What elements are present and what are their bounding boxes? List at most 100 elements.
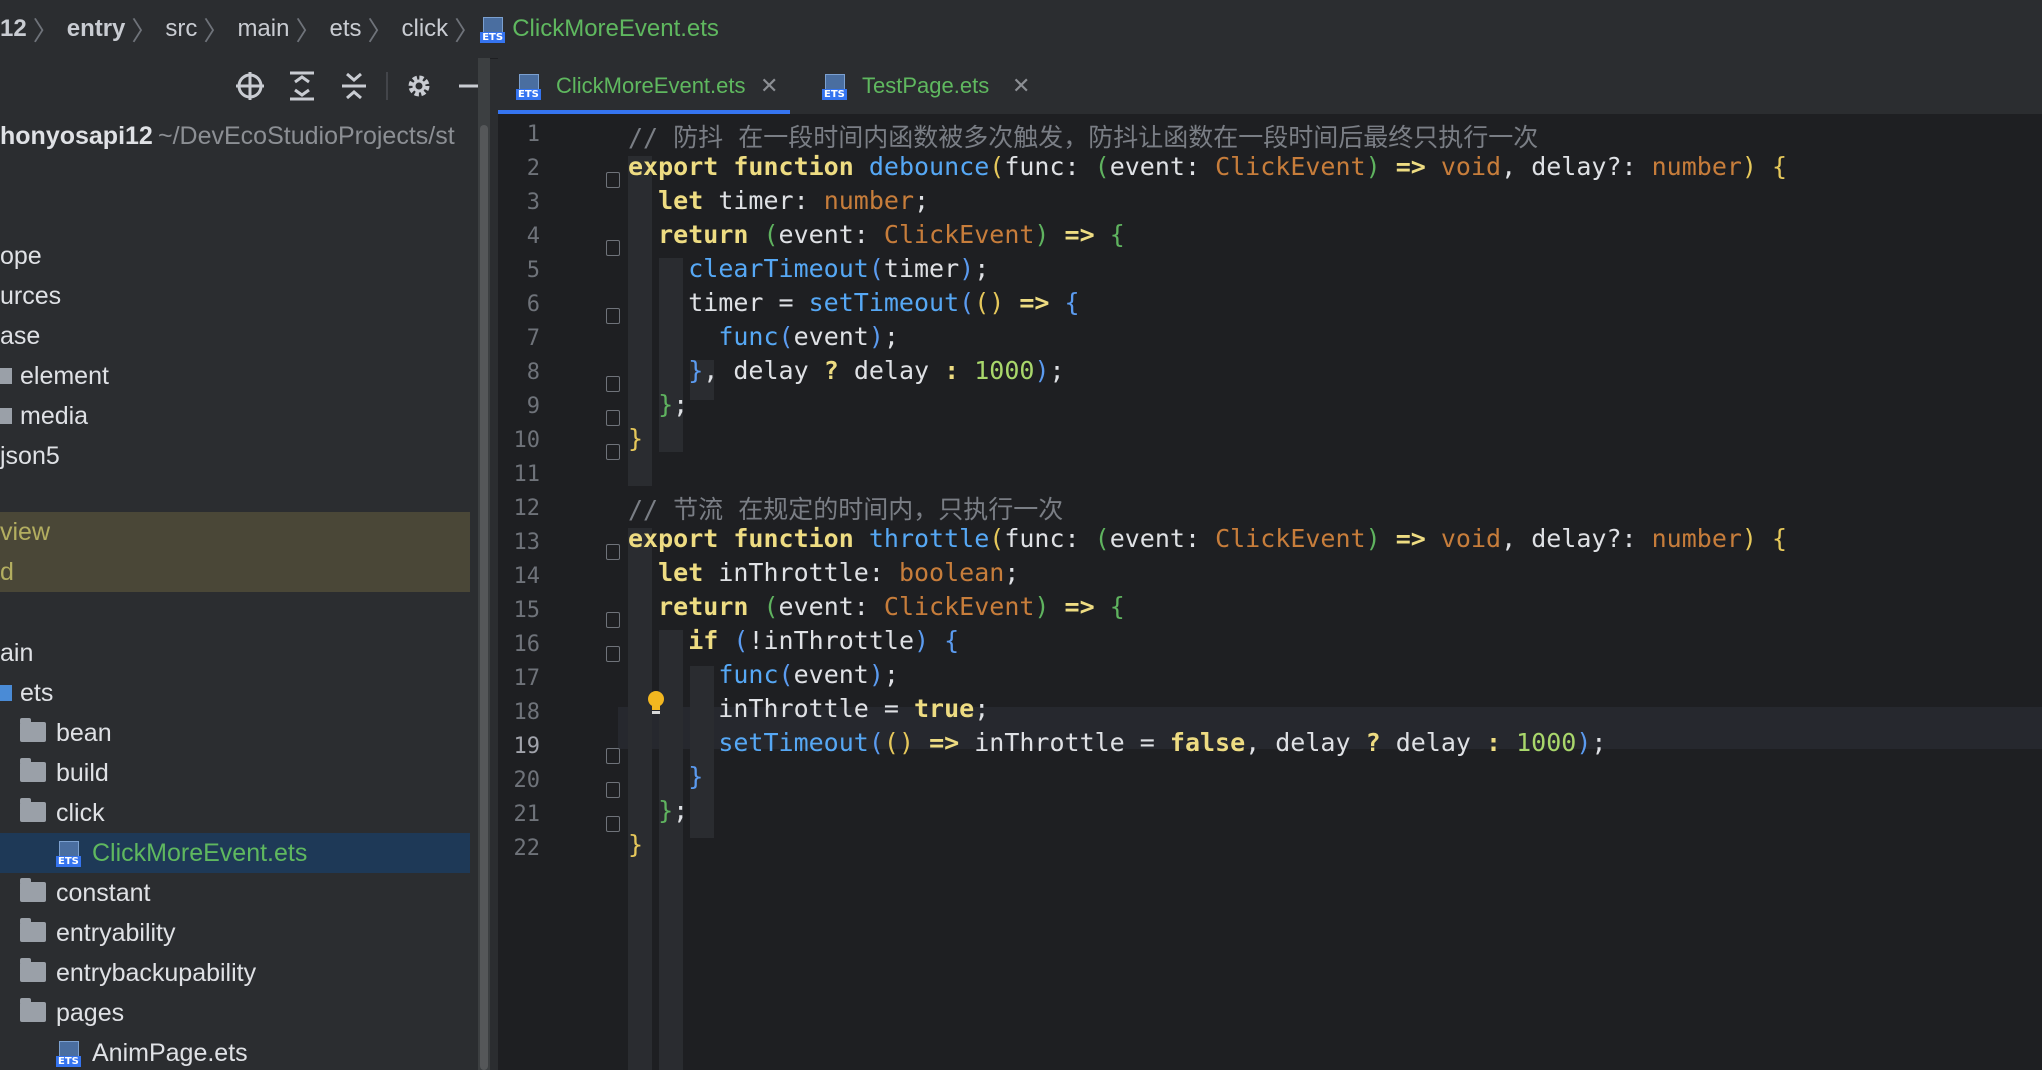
tree-item-label: view: [0, 518, 51, 546]
line-number: 18: [513, 700, 541, 725]
line-number: 9: [526, 394, 540, 419]
tab-label: ClickMoreEvent.ets: [556, 73, 746, 98]
chevron-right-icon: 〉: [32, 15, 59, 46]
line-number: 21: [513, 802, 541, 827]
fold-icon[interactable]: [606, 172, 620, 188]
fold-icon[interactable]: [606, 646, 620, 662]
breadcrumb-item[interactable]: click: [394, 15, 455, 43]
tree-item-label: bean: [56, 719, 112, 747]
code-line: let inThrottle: boolean;: [658, 558, 1020, 587]
code-line: export function debounce(func: (event: C…: [628, 152, 1788, 181]
tree-item[interactable]: ets: [0, 673, 470, 713]
code-line: }: [628, 830, 644, 859]
line-number: 11: [513, 462, 541, 487]
tab-clickmoreevent[interactable]: ETS ClickMoreEvent.ets ✕: [498, 58, 790, 114]
chevron-right-icon: 〉: [367, 15, 394, 46]
tree-item-label: pages: [56, 999, 125, 1027]
minimize-icon[interactable]: [454, 68, 480, 104]
line-number: 2: [526, 156, 540, 181]
folder-icon: [20, 998, 46, 1022]
toolbar-divider: [386, 72, 388, 100]
breadcrumb-item[interactable]: ets: [321, 15, 367, 43]
tree-item[interactable]: media: [0, 396, 470, 436]
breadcrumb-item[interactable]: 12: [0, 15, 33, 43]
line-number: 19: [513, 734, 541, 759]
tree-item[interactable]: urces: [0, 276, 470, 316]
tree-item[interactable]: ETS AnimPage.ets: [0, 1033, 470, 1070]
code-line: }: [688, 762, 704, 791]
tree-item[interactable]: view: [0, 512, 470, 552]
tree-item[interactable]: ase: [0, 316, 470, 356]
fold-icon[interactable]: [606, 410, 620, 426]
tree-item-label: constant: [56, 879, 151, 907]
line-number: 5: [526, 258, 540, 283]
line-number: 16: [513, 632, 541, 657]
breadcrumb: 12 〉 entry 〉 src 〉 main 〉 ets 〉 click 〉 ETS Cl…: [0, 0, 2042, 59]
tree-item[interactable]: d: [0, 552, 470, 592]
fold-icon[interactable]: [606, 816, 620, 832]
tree-item-label: urces: [0, 282, 62, 310]
line-number: 20: [513, 768, 541, 793]
expand-all-icon[interactable]: [284, 68, 320, 104]
tree-item[interactable]: ain: [0, 633, 470, 673]
line-number: 14: [513, 564, 541, 589]
breadcrumb-item[interactable]: src: [157, 15, 203, 43]
tree-item[interactable]: bean: [0, 713, 470, 753]
folder-icon: [0, 408, 12, 424]
tree-item-label: build: [56, 759, 109, 787]
breadcrumb-item[interactable]: main: [229, 15, 295, 43]
fold-icon[interactable]: [606, 376, 620, 392]
fold-icon[interactable]: [606, 612, 620, 628]
code-editor[interactable]: 1 2 3 4 5 6 7 8 9 10 11 12 13 14 15 16 17 18 19 20 21 22 // 防…: [498, 114, 2042, 1070]
line-number: 7: [526, 326, 540, 351]
breadcrumb-item[interactable]: entry: [59, 15, 132, 43]
tree-item[interactable]: json5: [0, 436, 470, 476]
tree-item-selected[interactable]: ETS ClickMoreEvent.ets: [0, 833, 470, 873]
close-icon[interactable]: ✕: [1012, 58, 1030, 114]
code-line: // 节流 在规定的时间内，只执行一次: [628, 490, 1063, 526]
code-line: let timer: number;: [658, 186, 930, 215]
fold-icon[interactable]: [606, 782, 620, 798]
gear-icon[interactable]: [401, 68, 437, 104]
lightbulb-icon[interactable]: [646, 690, 666, 716]
project-root-name: honyosapi12: [0, 122, 153, 150]
project-root[interactable]: honyosapi12 ~/DevEcoStudioProjects/st: [0, 116, 470, 156]
tree-item[interactable]: pages: [0, 993, 470, 1033]
folder-icon: [20, 918, 46, 942]
folder-icon: [20, 878, 46, 902]
line-number: 15: [513, 598, 541, 623]
project-scrollbar[interactable]: [480, 125, 488, 1070]
code-line: clearTimeout(timer);: [688, 254, 990, 283]
fold-icon[interactable]: [606, 748, 620, 764]
locate-icon[interactable]: [232, 68, 268, 104]
ets-file-icon: ETS: [516, 72, 542, 100]
tree-item[interactable]: ope: [0, 236, 470, 276]
tree-item[interactable]: click: [0, 793, 470, 833]
tree-item-label: ope: [0, 242, 42, 270]
code-line: }, delay ? delay : 1000);: [688, 356, 1065, 385]
breadcrumb-current-file[interactable]: ClickMoreEvent.ets: [506, 15, 719, 43]
tree-item[interactable]: build: [0, 753, 470, 793]
fold-icon[interactable]: [606, 444, 620, 460]
editor-tabs: ETS ClickMoreEvent.ets ✕ ETS TestPage.et…: [498, 58, 2042, 115]
tree-item[interactable]: constant: [0, 873, 470, 913]
code-line: timer = setTimeout(() => {: [628, 288, 1080, 317]
chevron-right-icon: 〉: [131, 15, 158, 46]
close-icon[interactable]: ✕: [760, 58, 778, 114]
tab-label: TestPage.ets: [862, 73, 990, 98]
tree-item[interactable]: element: [0, 356, 470, 396]
line-number: 13: [513, 530, 541, 555]
code-line: };: [658, 390, 689, 419]
tree-item[interactable]: entrybackupability: [0, 953, 470, 993]
fold-icon[interactable]: [606, 240, 620, 256]
project-root-path: ~/DevEcoStudioProjects/st: [158, 122, 455, 150]
project-panel: honyosapi12 ~/DevEcoStudioProjects/st op…: [0, 58, 480, 1070]
code-line: return (event: ClickEvent) => {: [658, 220, 1125, 249]
fold-icon[interactable]: [606, 308, 620, 324]
tab-testpage[interactable]: ETS TestPage.ets ✕: [808, 58, 1038, 114]
tree-item[interactable]: entryability: [0, 913, 470, 953]
collapse-all-icon[interactable]: [336, 68, 372, 104]
fold-icon[interactable]: [606, 544, 620, 560]
folder-icon: [0, 368, 12, 384]
code-comment: // 防抖 在一段时间内函数被多次触发，防抖让函数在一段时间后最终只执行一次: [628, 123, 1539, 152]
